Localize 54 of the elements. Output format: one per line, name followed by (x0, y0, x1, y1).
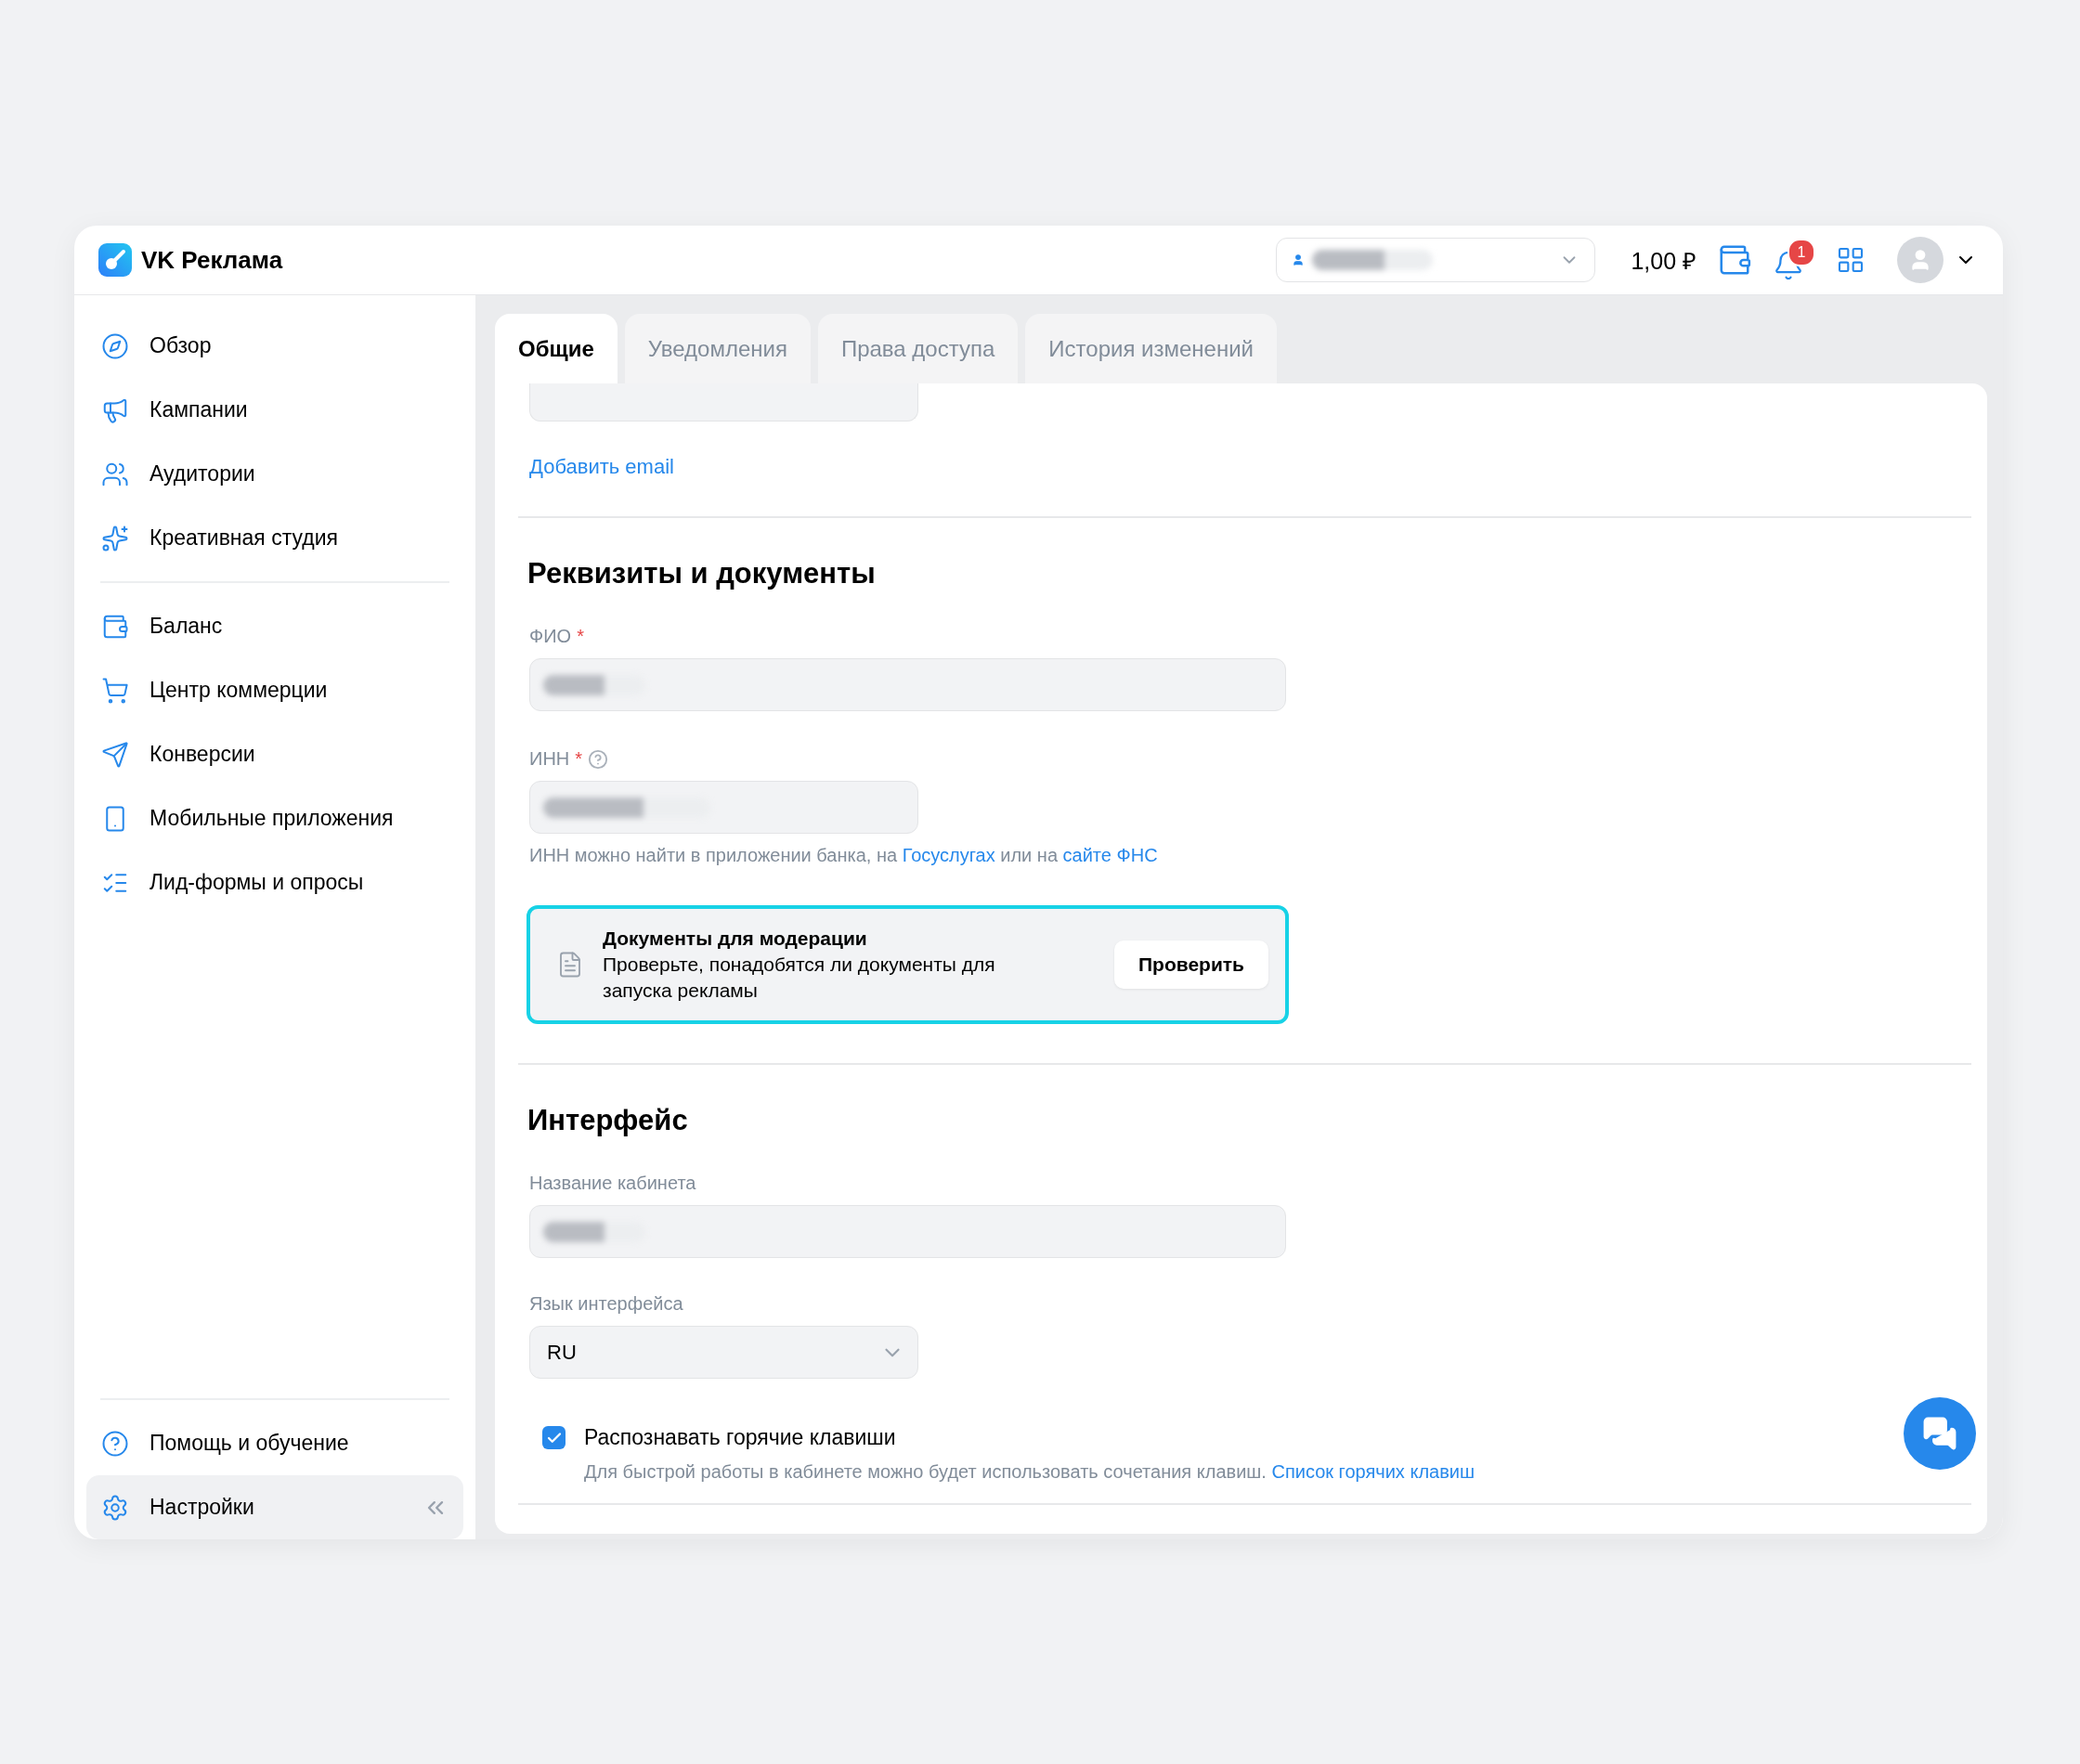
card-text: Проверьте, понадобятся ли документы для запуска рекламы (603, 953, 996, 1003)
section-heading: Интерфейс (527, 1104, 688, 1137)
sidebar-item[interactable]: Конверсии (86, 722, 463, 786)
hint-link[interactable]: Список горячих клавиш (1271, 1461, 1476, 1482)
settings-icon (101, 1493, 129, 1522)
field-label: Название кабинета (529, 1173, 696, 1194)
wallet-button[interactable] (1717, 242, 1752, 278)
apps-button[interactable] (1836, 245, 1866, 275)
field-label: ИНН (529, 748, 570, 770)
sidebar-item[interactable]: Баланс (86, 594, 463, 658)
input-field[interactable] (529, 1205, 1286, 1258)
app-title: VK Реклама (141, 245, 283, 275)
notifications-button[interactable]: 1 (1773, 239, 1815, 281)
hint-link[interactable]: Госуслугах (902, 845, 995, 865)
sidebar-item[interactable]: Лид-формы и опросы (86, 850, 463, 914)
field-label: Язык интерфейса (529, 1293, 683, 1315)
section-heading: Реквизиты и документы (527, 557, 876, 590)
input-field[interactable] (529, 658, 1286, 711)
help-icon (101, 1429, 129, 1458)
sidebar-item[interactable]: Центр коммерции (86, 658, 463, 722)
input-field[interactable] (529, 383, 918, 422)
sidebar-item[interactable]: Настройки (86, 1475, 463, 1539)
sidebar-item[interactable]: Мобильные приложения (86, 786, 463, 850)
paper-plane-icon (101, 740, 129, 769)
sidebar-item[interactable]: Креативная студия (86, 506, 463, 570)
sidebar-item[interactable]: Кампании (86, 378, 463, 442)
hint-text: ИНН можно найти в приложении банка, на Госуслугах или на сайте ФНС (529, 845, 1158, 866)
checkbox[interactable] (542, 1426, 566, 1449)
cart-icon (101, 676, 129, 705)
sidebar-item[interactable]: Помощь и обучение (86, 1411, 463, 1475)
account-select[interactable] (1276, 238, 1596, 282)
user-icon (1292, 253, 1306, 266)
sidebar-item[interactable]: Аудитории (86, 442, 463, 506)
required-mark: * (575, 748, 583, 770)
sparkles-icon (101, 524, 129, 552)
hint-text: Для быстрой работы в кабинете можно будет использовать сочетания клавиш. Список горячих клавиш (584, 1461, 1476, 1483)
tab[interactable]: Общие (495, 314, 618, 383)
card-title: Документы для модерации (603, 927, 868, 951)
compass-icon (101, 331, 129, 360)
sidebar-item[interactable]: Обзор (86, 314, 463, 378)
required-mark: * (577, 626, 584, 647)
help-icon[interactable] (588, 748, 609, 770)
field-label: ФИО (529, 626, 572, 647)
balance-amount: 1,00 ₽ (1631, 247, 1696, 276)
input-field[interactable] (529, 781, 918, 834)
check-button[interactable]: Проверить (1114, 940, 1268, 989)
hint-link[interactable]: сайте ФНС (1062, 845, 1158, 865)
language-select[interactable]: RU (529, 1326, 918, 1379)
notification-badge: 1 (1788, 239, 1815, 266)
add-email-link[interactable]: Добавить email (529, 455, 674, 479)
logo-icon (98, 243, 132, 277)
checkbox-label: Распознавать горячие клавиши (584, 1425, 896, 1450)
chat-icon (1922, 1416, 1957, 1451)
avatar[interactable] (1897, 237, 1944, 283)
